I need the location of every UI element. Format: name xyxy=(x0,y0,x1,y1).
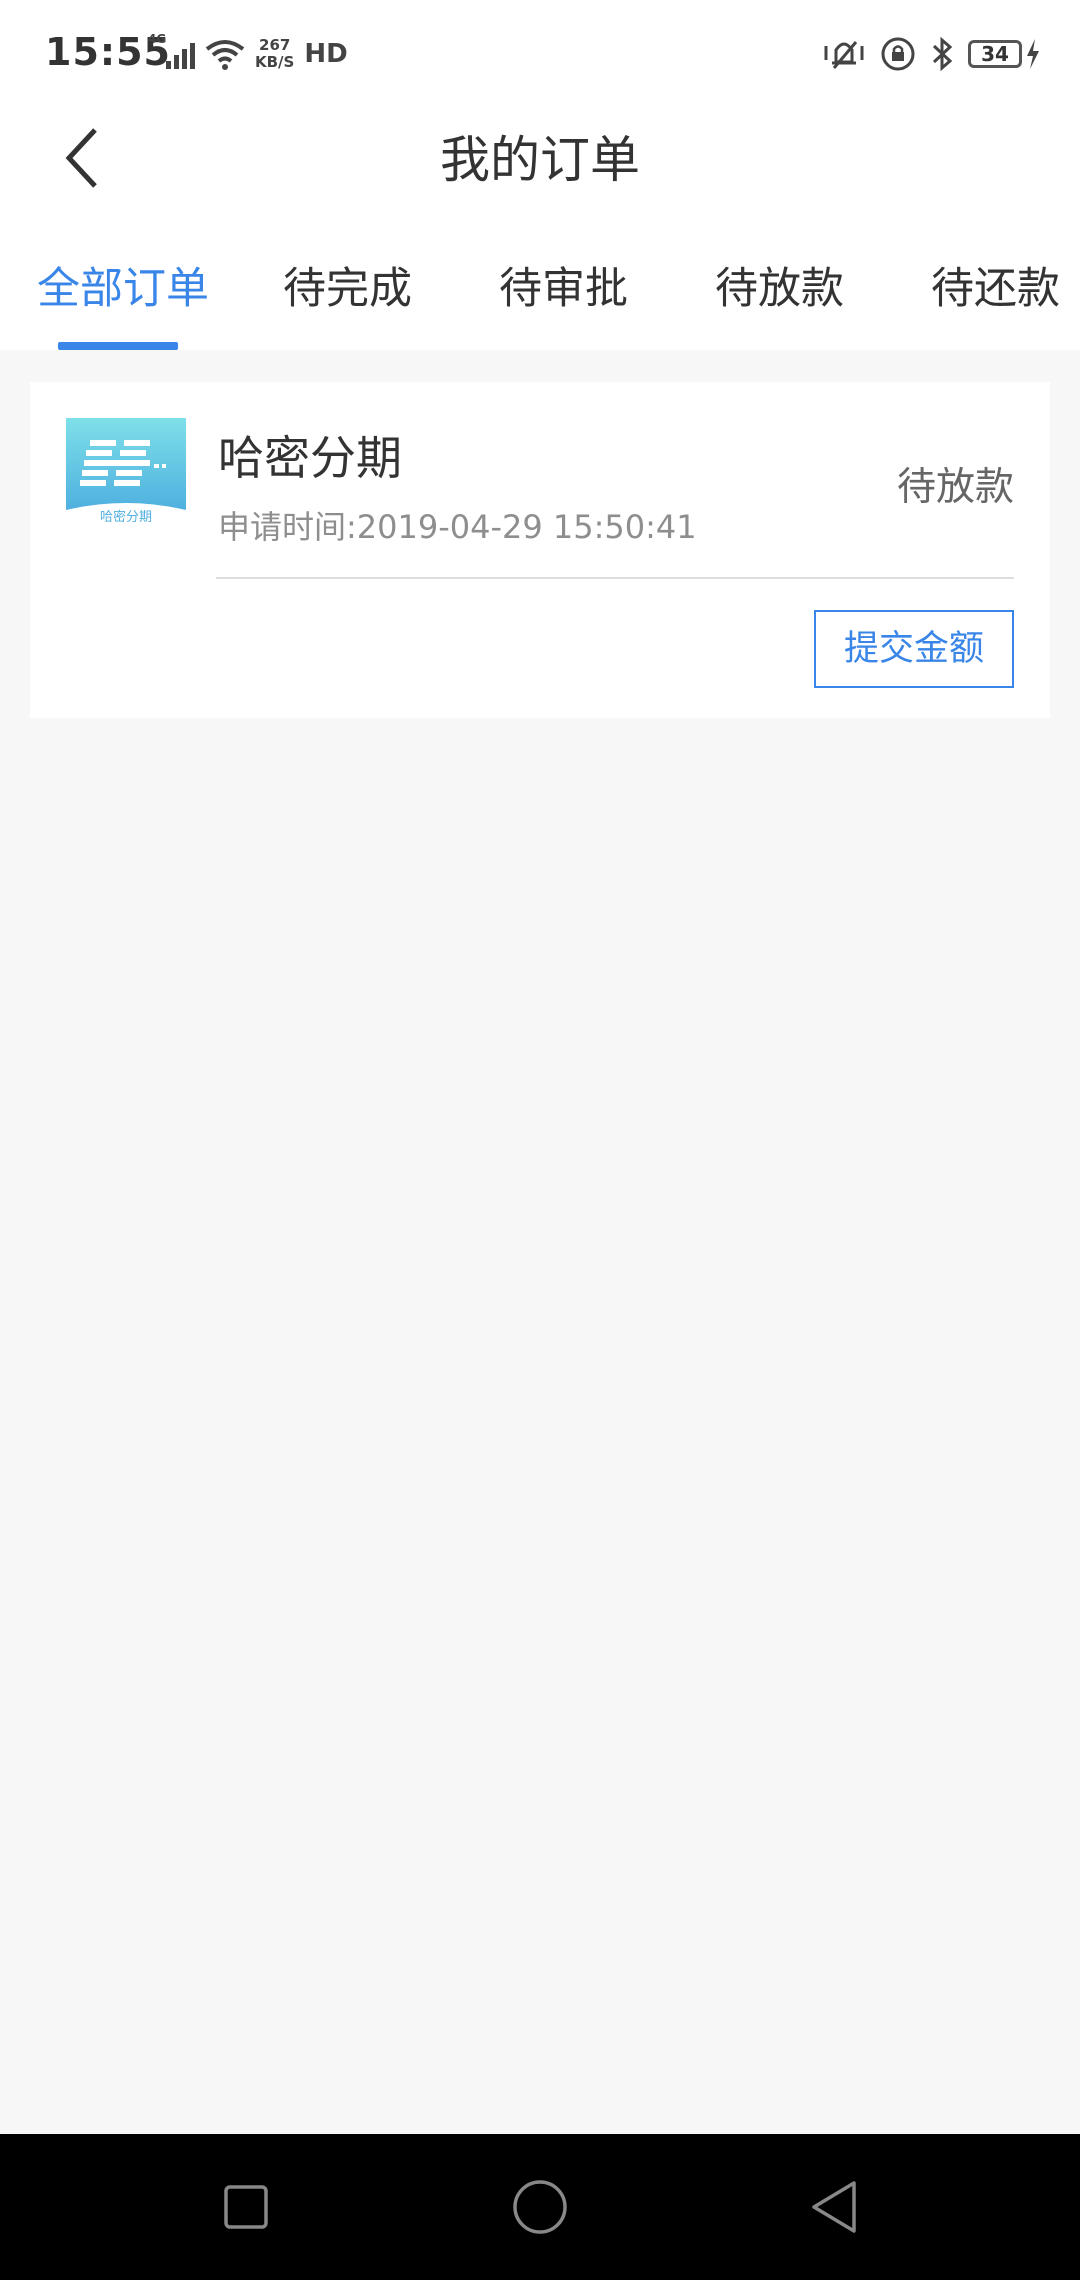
header: 我的订单 xyxy=(0,110,1080,230)
network-speed: 267 KB/S xyxy=(255,37,294,71)
order-apply-time: 申请时间:2019-04-29 15:50:41 xyxy=(218,508,697,546)
system-nav-bar xyxy=(0,2134,1080,2280)
network-speed-value: 267 xyxy=(259,36,291,54)
tab-all-orders[interactable]: 全部订单 xyxy=(37,254,209,316)
square-icon xyxy=(224,2185,268,2229)
rotation-lock-icon xyxy=(881,37,915,71)
charging-icon xyxy=(1027,39,1039,69)
app-logo-text: 哈密分期 xyxy=(100,509,152,522)
tab-pending-repayment[interactable]: 待还款 xyxy=(931,254,1060,316)
back-button[interactable] xyxy=(46,118,116,198)
app-logo: 哈密分期 xyxy=(66,418,186,522)
home-button[interactable] xyxy=(460,2134,620,2280)
network-type-label: 4G xyxy=(148,32,167,46)
hd-label: HD xyxy=(304,39,348,69)
order-tabs: 全部订单 待完成 待审批 待放款 待还款 xyxy=(0,230,1080,350)
chevron-left-icon xyxy=(65,128,97,188)
page-title: 我的订单 xyxy=(440,131,640,189)
wifi-icon xyxy=(205,40,245,70)
back-nav-button[interactable] xyxy=(754,2134,914,2280)
triangle-back-icon xyxy=(812,2181,856,2233)
divider xyxy=(216,577,1014,579)
order-status-label: 待放款 xyxy=(896,465,1014,510)
battery-icon: 34 xyxy=(968,40,1022,68)
submit-amount-button[interactable]: 提交金额 xyxy=(814,610,1014,688)
status-left-icons: 4G 267 KB/S HD xyxy=(148,33,348,74)
vibrate-icon xyxy=(824,41,864,69)
cellular-signal-icon: 4G xyxy=(148,33,195,69)
tab-pending-completion[interactable]: 待完成 xyxy=(283,254,412,316)
tab-pending-loan[interactable]: 待放款 xyxy=(715,254,844,316)
status-bar: 15:55 4G 267 KB/S HD 34 xyxy=(0,0,1080,110)
network-speed-unit: KB/S xyxy=(255,53,295,71)
order-card[interactable]: 哈密分期 哈密分期 申请时间:2019-04-29 15:50:41 待放款 提… xyxy=(30,382,1050,718)
active-tab-indicator xyxy=(58,342,178,350)
tab-pending-approval[interactable]: 待审批 xyxy=(499,254,628,316)
recent-apps-button[interactable] xyxy=(166,2134,326,2280)
circle-icon xyxy=(513,2180,567,2234)
battery-level: 34 xyxy=(981,42,1009,66)
order-product-name: 哈密分期 xyxy=(218,431,402,485)
bluetooth-icon xyxy=(932,36,953,72)
status-right-icons: 34 xyxy=(822,32,1040,76)
